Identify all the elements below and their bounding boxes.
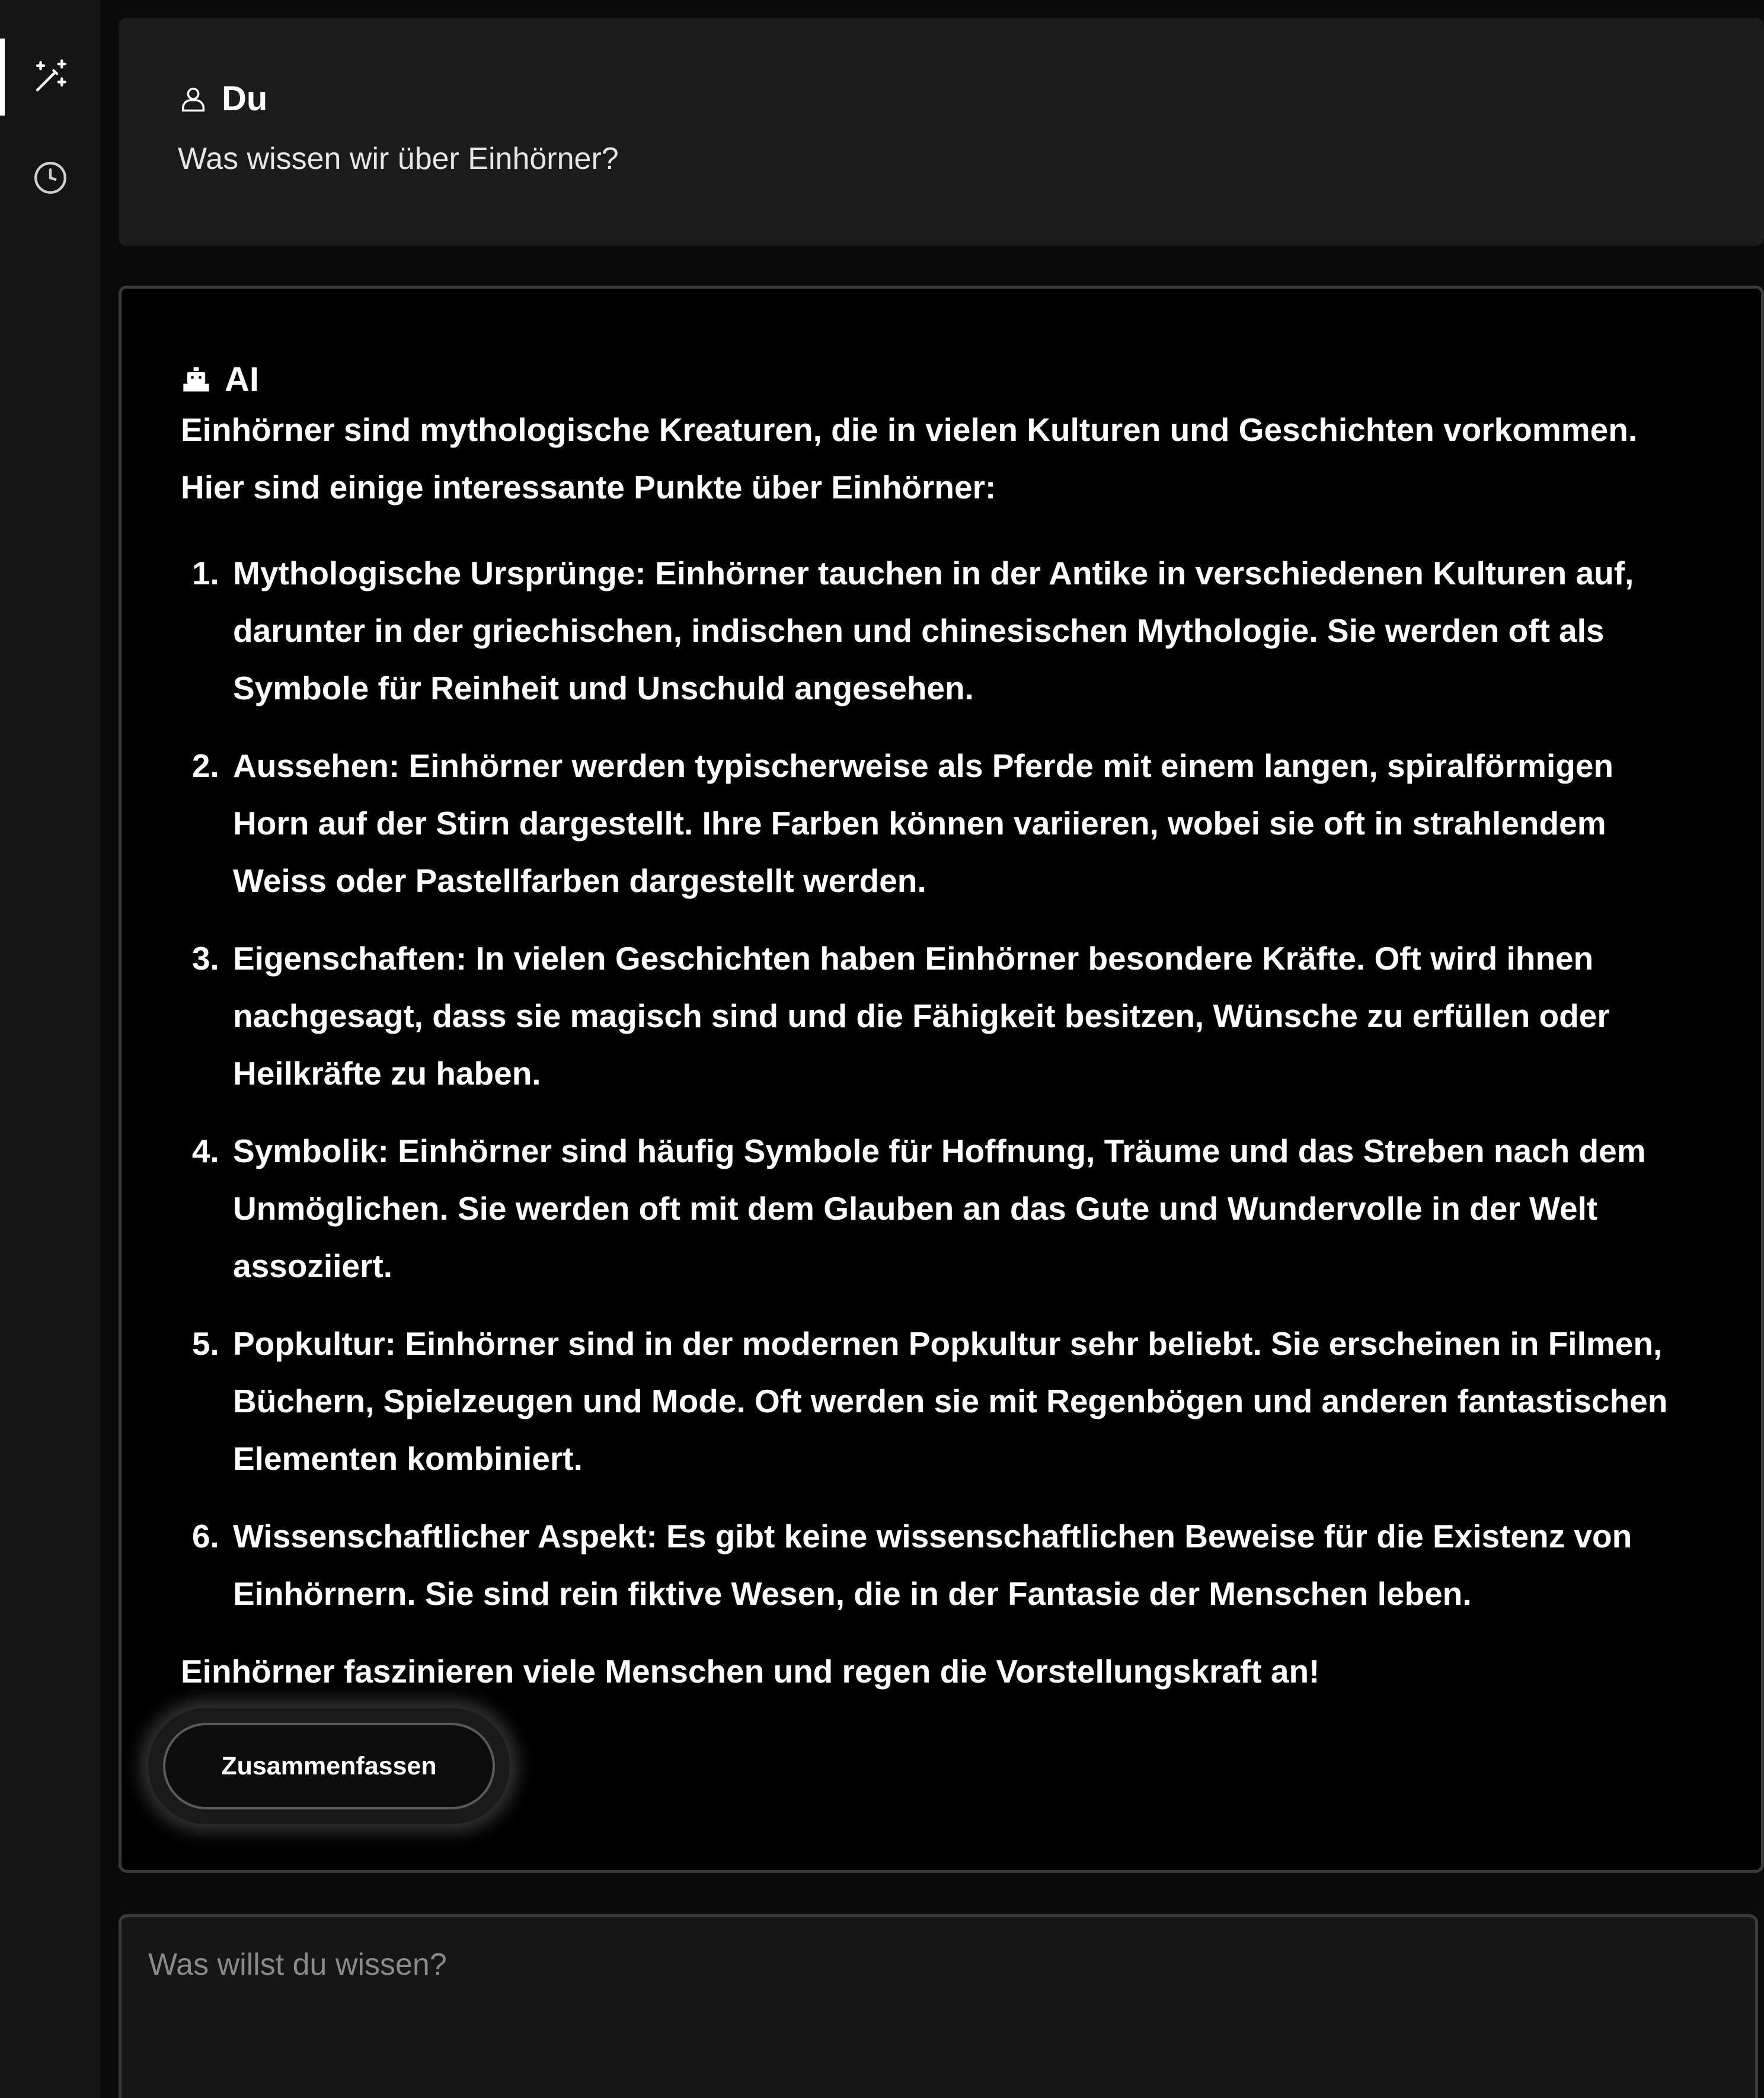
history-clock-icon bbox=[34, 162, 66, 194]
sidebar bbox=[0, 0, 101, 2098]
list-item: Aussehen: Einhörner werden typischerweis… bbox=[228, 737, 1698, 910]
list-item: Wissenschaftlicher Aspekt: Es gibt keine… bbox=[228, 1508, 1698, 1623]
ai-message: AI Einhörner sind mythologische Kreature… bbox=[119, 286, 1764, 1873]
message-header: AI bbox=[181, 363, 259, 397]
user-message: Du Was wissen wir über Einhörner? bbox=[119, 18, 1764, 246]
list-item: Eigenschaften: In vielen Geschichten hab… bbox=[228, 930, 1698, 1102]
robot-icon bbox=[183, 367, 209, 392]
list-item: Symbolik: Einhörner sind häufig Symbole … bbox=[228, 1122, 1698, 1295]
message-text: Was wissen wir über Einhörner? bbox=[178, 142, 619, 176]
points-list: Mythologische Ursprünge: Einhörner tauch… bbox=[181, 545, 1698, 1623]
chat-app: Du Was wissen wir über Einhörner? AI Ein… bbox=[0, 0, 1764, 2098]
magic-wand-icon bbox=[36, 59, 66, 92]
summarize-button[interactable]: Zusammenfassen bbox=[163, 1723, 495, 1809]
message-intro: Einhörner sind mythologische Kreaturen, … bbox=[181, 411, 1638, 506]
summarize-button-glow: Zusammenfassen bbox=[148, 1708, 510, 1824]
list-item: Mythologische Ursprünge: Einhörner tauch… bbox=[228, 545, 1698, 717]
message-body: Einhörner sind mythologische Kreaturen, … bbox=[181, 401, 1698, 1700]
message-author: AI bbox=[225, 360, 259, 399]
list-item: Popkultur: Einhörner sind in der moderne… bbox=[228, 1315, 1698, 1488]
message-outro: Einhörner faszinieren viele Menschen und… bbox=[181, 1653, 1320, 1690]
sidebar-item-history[interactable] bbox=[0, 139, 101, 216]
sidebar-item-assistant[interactable] bbox=[0, 39, 101, 116]
message-header: Du bbox=[178, 82, 267, 116]
question-input[interactable] bbox=[119, 1914, 1758, 2098]
message-author: Du bbox=[222, 79, 268, 118]
user-icon bbox=[181, 87, 205, 112]
